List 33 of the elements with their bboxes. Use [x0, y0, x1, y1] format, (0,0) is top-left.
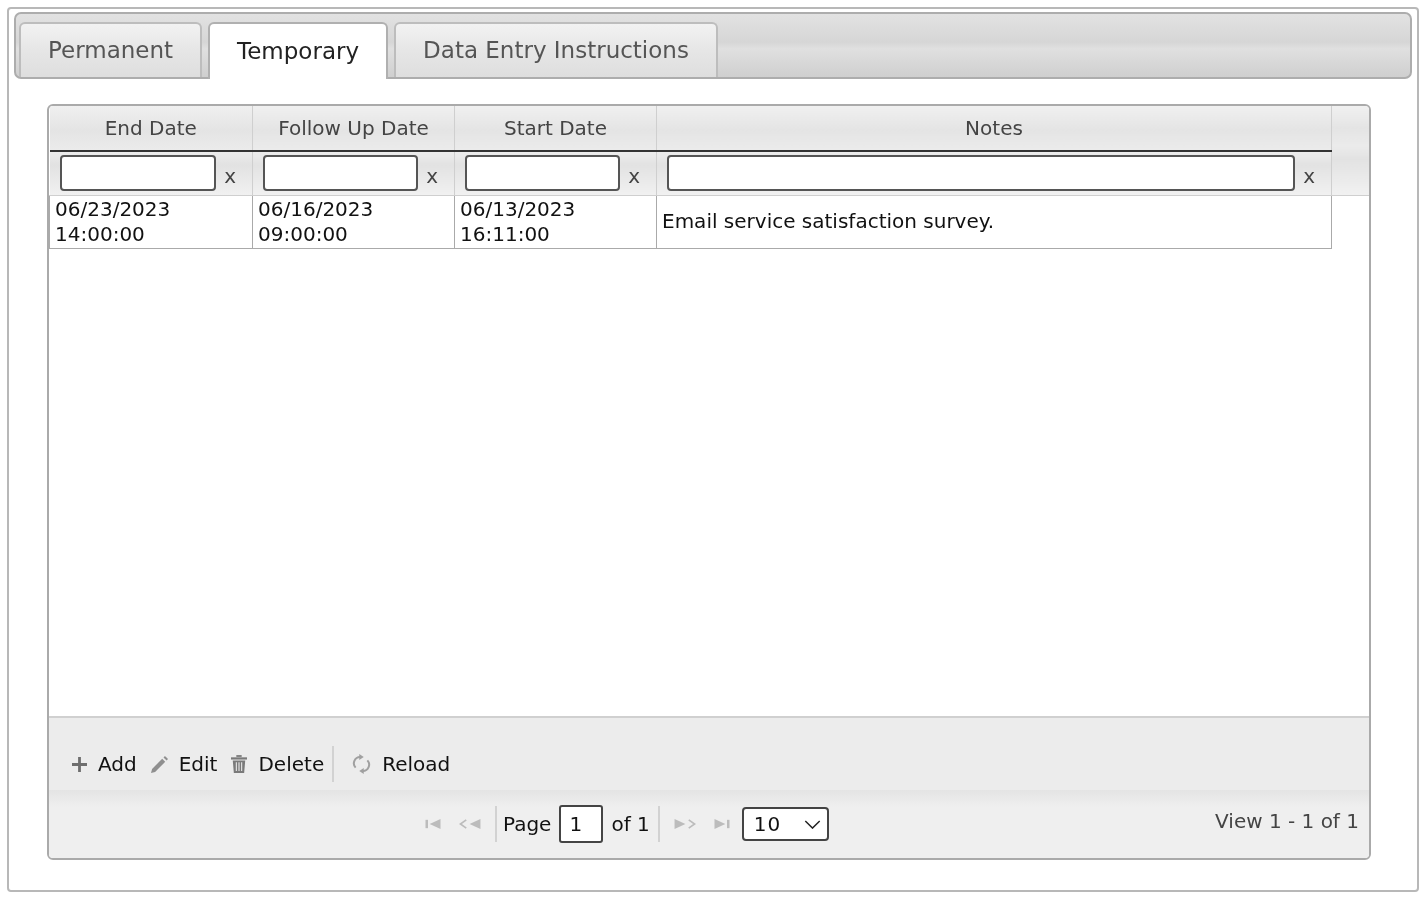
clear-filter-link[interactable]: x [1303, 160, 1315, 187]
pencil-icon [150, 755, 168, 773]
tab[interactable]: Data Entry Instructions [394, 22, 718, 77]
add-button[interactable]: Add [68, 754, 141, 774]
trash-icon [231, 755, 248, 773]
filter-field[interactable] [263, 155, 419, 192]
column-header[interactable]: End Date [49, 106, 253, 151]
column-header[interactable]: Notes [656, 106, 1332, 151]
table-cell: Email service satisfaction survey. [656, 195, 1332, 248]
clear-filter-link[interactable]: x [426, 160, 438, 187]
tab[interactable]: Temporary [208, 22, 389, 79]
delete-button[interactable]: Delete [227, 754, 329, 774]
plus-icon [72, 756, 87, 772]
filter-field[interactable] [59, 155, 217, 192]
chevron-down-icon [803, 819, 821, 829]
rows-per-page-dropdown[interactable]: 10 [741, 807, 829, 841]
table-cell: 06/13/2023 16:11:00 [454, 195, 657, 248]
filter-field[interactable] [465, 155, 621, 192]
page-count-text: of 1 [610, 811, 651, 838]
tab[interactable]: Permanent [19, 22, 203, 77]
clear-filter-link[interactable]: x [224, 160, 236, 187]
page-number-field[interactable]: 1 [559, 805, 604, 843]
column-header[interactable]: Follow Up Date [252, 106, 455, 151]
clear-filter-link[interactable]: x [628, 160, 640, 187]
record-count-text: View 1 - 1 of 1 [1215, 808, 1360, 835]
table-cell: 06/23/2023 14:00:00 [49, 195, 253, 248]
reload-button[interactable]: Reload [348, 754, 455, 774]
column-header[interactable]: Start Date [454, 106, 657, 151]
edit-button[interactable]: Edit [146, 754, 222, 774]
filter-field[interactable] [667, 155, 1296, 192]
table-cell: 06/16/2023 09:00:00 [252, 195, 455, 248]
page-label: Page [502, 811, 553, 838]
refresh-icon [352, 754, 372, 774]
